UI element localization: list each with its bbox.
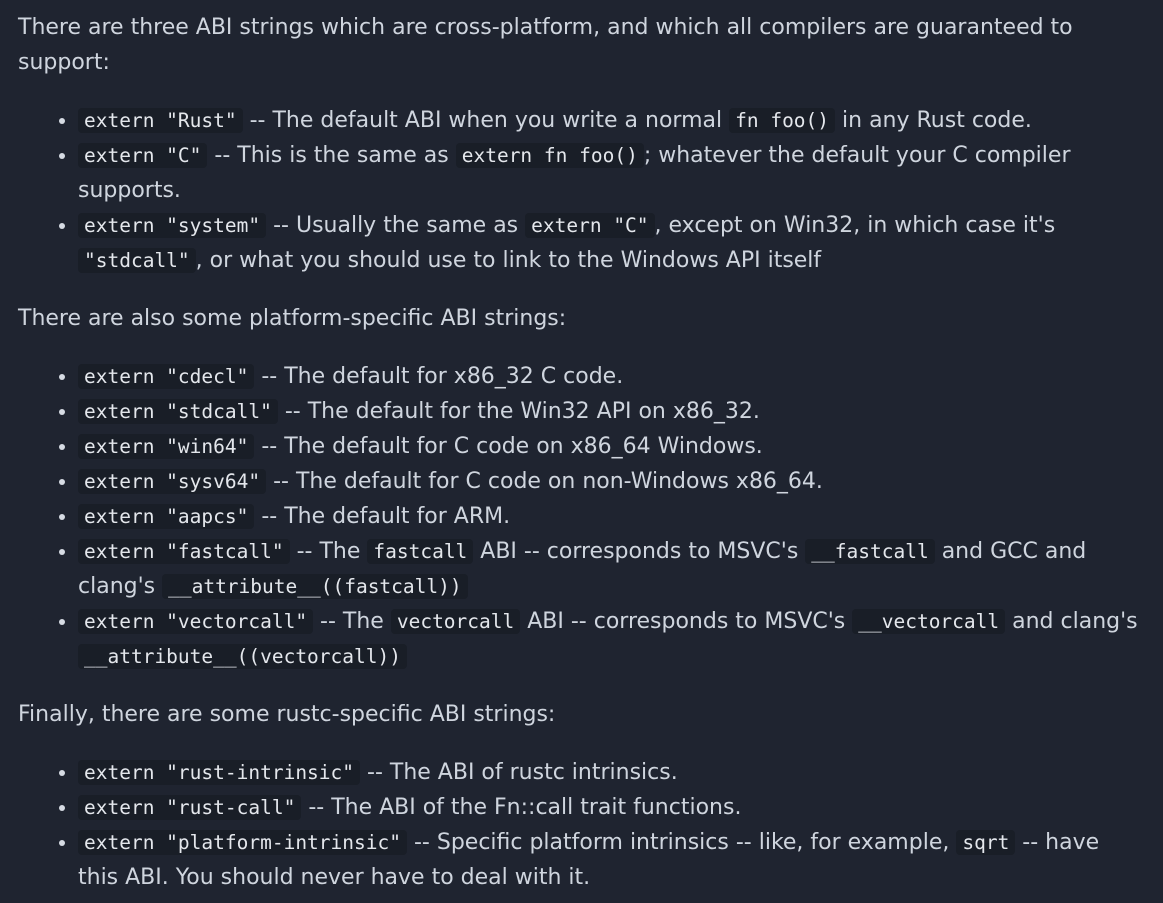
- inline-code: extern "system": [78, 213, 267, 238]
- inline-code: extern fn foo(): [455, 143, 644, 168]
- inline-code: vectorcall: [390, 609, 521, 634]
- inline-code: __fastcall: [805, 539, 935, 564]
- list-item: extern "fastcall" -- The fastcall ABI --…: [78, 534, 1145, 604]
- inline-code: fn foo(): [729, 108, 836, 133]
- rustc-intro-paragraph: Finally, there are some rustc-specific A…: [18, 702, 556, 727]
- list-item: extern "stdcall" -- The default for the …: [78, 394, 1145, 429]
- inline-code: extern "Rust": [78, 108, 243, 133]
- platform-intro-paragraph: There are also some platform-specific AB…: [18, 306, 567, 331]
- inline-code: extern "C": [525, 213, 655, 238]
- list-item: extern "rust-intrinsic" -- The ABI of ru…: [78, 755, 1145, 790]
- inline-code: __vectorcall: [852, 609, 1006, 634]
- document-content: There are three ABI strings which are cr…: [0, 0, 1163, 895]
- inline-code: extern "rust-intrinsic": [78, 760, 361, 785]
- rustc-specific-abi-list: extern "rust-intrinsic" -- The ABI of ru…: [18, 755, 1145, 895]
- inline-code: extern "C": [78, 143, 208, 168]
- inline-code: extern "win64": [78, 434, 255, 459]
- inline-code: __attribute__((fastcall)): [162, 574, 468, 599]
- intro-paragraph: There are three ABI strings which are cr…: [18, 15, 1073, 75]
- list-item: extern "win64" -- The default for C code…: [78, 429, 1145, 464]
- inline-code: extern "fastcall": [78, 539, 290, 564]
- list-item: extern "system" -- Usually the same as e…: [78, 208, 1145, 278]
- inline-code: extern "stdcall": [78, 399, 278, 424]
- list-item: extern "aapcs" -- The default for ARM.: [78, 499, 1145, 534]
- inline-code: extern "vectorcall": [78, 609, 314, 634]
- list-item: extern "C" -- This is the same as extern…: [78, 138, 1145, 208]
- inline-code: extern "aapcs": [78, 504, 255, 529]
- inline-code: extern "rust-call": [78, 795, 302, 820]
- inline-code: extern "sysv64": [78, 469, 267, 494]
- inline-code: sqrt: [956, 830, 1016, 855]
- list-item: extern "platform-intrinsic" -- Specific …: [78, 825, 1145, 895]
- cross-platform-abi-list: extern "Rust" -- The default ABI when yo…: [18, 103, 1145, 278]
- inline-code: "stdcall": [78, 248, 196, 273]
- list-item: extern "vectorcall" -- The vectorcall AB…: [78, 604, 1145, 674]
- platform-specific-abi-list: extern "cdecl" -- The default for x86_32…: [18, 359, 1145, 674]
- inline-code: __attribute__((vectorcall)): [78, 644, 407, 669]
- inline-code: extern "cdecl": [78, 364, 255, 389]
- list-item: extern "sysv64" -- The default for C cod…: [78, 464, 1145, 499]
- inline-code: extern "platform-intrinsic": [78, 830, 407, 855]
- inline-code: fastcall: [367, 539, 474, 564]
- list-item: extern "cdecl" -- The default for x86_32…: [78, 359, 1145, 394]
- list-item: extern "Rust" -- The default ABI when yo…: [78, 103, 1145, 138]
- list-item: extern "rust-call" -- The ABI of the Fn:…: [78, 790, 1145, 825]
